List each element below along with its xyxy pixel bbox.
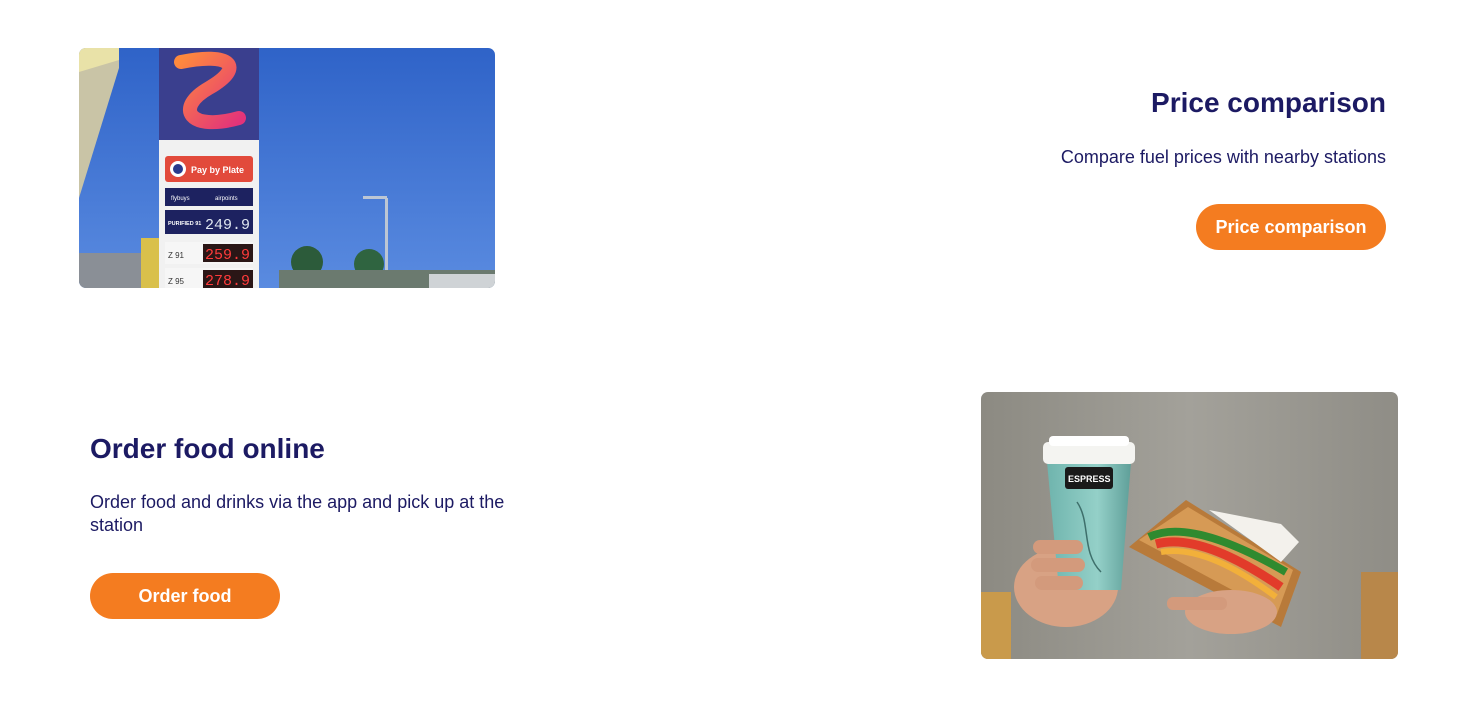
price-comparison-title: Price comparison [1151, 87, 1386, 118]
grade-91-price: 259.9 [205, 247, 250, 264]
purified-price: 249.9 [205, 217, 250, 234]
features-page: Pay by Plate flybuys airpoints PURIFIED … [0, 0, 1464, 727]
airpoints-text: airpoints [215, 196, 238, 202]
grade-91-label: Z 91 [168, 251, 185, 260]
order-food-button[interactable]: Order food [90, 573, 280, 619]
coffee-sandwich-illustration: ESPRESS [981, 392, 1398, 659]
flybuys-text: flybuys [171, 196, 190, 202]
pay-by-plate-text: Pay by Plate [191, 165, 244, 175]
order-food-title: Order food online [90, 433, 325, 464]
price-comparison-button[interactable]: Price comparison [1196, 204, 1386, 250]
fuel-station-photo: Pay by Plate flybuys airpoints PURIFIED … [79, 48, 495, 288]
order-food-description: Order food and drinks via the app and pi… [90, 492, 505, 535]
coffee-sandwich-photo: ESPRESS [981, 392, 1398, 659]
purified-label: PURIFIED 91 [168, 221, 201, 227]
grade-95-label: Z 95 [168, 277, 185, 286]
cup-label: ESPRESS [1068, 474, 1111, 484]
price-comparison-description: Compare fuel prices with nearby stations [1060, 147, 1386, 167]
grade-95-price: 278.9 [205, 273, 250, 288]
fuel-station-illustration: Pay by Plate flybuys airpoints PURIFIED … [79, 48, 495, 288]
